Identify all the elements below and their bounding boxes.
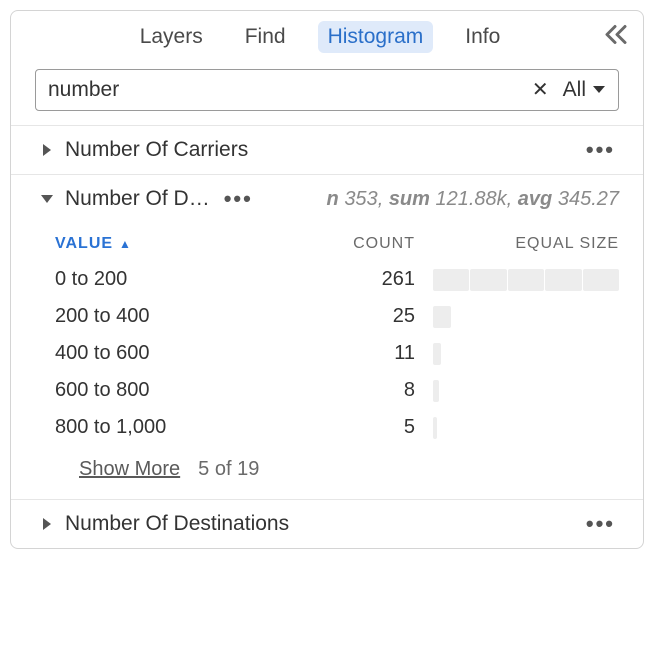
cell-count: 5 (295, 416, 415, 439)
panel-tabs: Layers Find Histogram Info (11, 11, 643, 63)
col-header-count[interactable]: COUNT (295, 235, 415, 253)
section-menu-button[interactable]: ••• (582, 513, 619, 535)
disclosure-right-icon (39, 517, 55, 531)
cell-equal-size (415, 306, 619, 328)
col-header-equal-size[interactable]: EQUAL SIZE (415, 235, 619, 253)
show-more-link[interactable]: Show More (79, 458, 180, 481)
section-menu-button[interactable]: ••• (582, 139, 619, 161)
cell-equal-size (415, 343, 619, 365)
table-header: VALUE ▲ COUNT EQUAL SIZE (55, 227, 619, 261)
table-row[interactable]: 800 to 1,0005 (55, 409, 619, 446)
table-row[interactable]: 400 to 60011 (55, 335, 619, 372)
filter-select[interactable]: All (563, 78, 606, 102)
section-stats: n 353, sum 121.88k, avg 345.27 (327, 188, 619, 211)
disclosure-down-icon (39, 193, 55, 205)
cell-equal-size (415, 417, 619, 439)
cell-count: 25 (295, 305, 415, 328)
section-title: Number Of D… (65, 187, 210, 211)
section-carriers: Number Of Carriers ••• (11, 125, 643, 174)
search-box: ✕ All (35, 69, 619, 111)
tab-find[interactable]: Find (235, 21, 296, 53)
section-header-d[interactable]: Number Of D… ••• n 353, sum 121.88k, avg… (11, 175, 643, 223)
collapse-panel-icon[interactable] (603, 25, 629, 50)
section-header-destinations[interactable]: Number Of Destinations ••• (11, 500, 643, 548)
chevron-down-icon (592, 85, 606, 95)
search-input[interactable] (48, 78, 518, 102)
cell-equal-size (415, 380, 619, 402)
section-title: Number Of Destinations (65, 512, 289, 536)
section-menu-button[interactable]: ••• (220, 188, 257, 210)
clear-search-icon[interactable]: ✕ (528, 80, 553, 100)
cell-equal-size (415, 269, 619, 291)
cell-value: 400 to 600 (55, 342, 295, 365)
sort-asc-icon: ▲ (119, 237, 132, 251)
show-more-row: Show More 5 of 19 (55, 446, 619, 499)
section-d: Number Of D… ••• n 353, sum 121.88k, avg… (11, 174, 643, 499)
tab-layers[interactable]: Layers (130, 21, 213, 53)
histogram-panel: Layers Find Histogram Info ✕ All (10, 10, 644, 549)
table-row[interactable]: 0 to 200261 (55, 261, 619, 298)
filter-label: All (563, 78, 586, 102)
section-destinations: Number Of Destinations ••• (11, 499, 643, 548)
histogram-table: VALUE ▲ COUNT EQUAL SIZE 0 to 200261200 … (11, 223, 643, 499)
section-header-carriers[interactable]: Number Of Carriers ••• (11, 126, 643, 174)
search-row: ✕ All (11, 63, 643, 125)
cell-value: 200 to 400 (55, 305, 295, 328)
cell-count: 8 (295, 379, 415, 402)
cell-value: 800 to 1,000 (55, 416, 295, 439)
cell-count: 11 (295, 342, 415, 365)
cell-value: 0 to 200 (55, 268, 295, 291)
section-title: Number Of Carriers (65, 138, 248, 162)
cell-count: 261 (295, 268, 415, 291)
col-header-value[interactable]: VALUE ▲ (55, 235, 295, 253)
page-info: 5 of 19 (198, 458, 259, 481)
tab-info[interactable]: Info (455, 21, 510, 53)
table-row[interactable]: 200 to 40025 (55, 298, 619, 335)
disclosure-right-icon (39, 143, 55, 157)
tab-histogram[interactable]: Histogram (318, 21, 434, 53)
cell-value: 600 to 800 (55, 379, 295, 402)
table-row[interactable]: 600 to 8008 (55, 372, 619, 409)
